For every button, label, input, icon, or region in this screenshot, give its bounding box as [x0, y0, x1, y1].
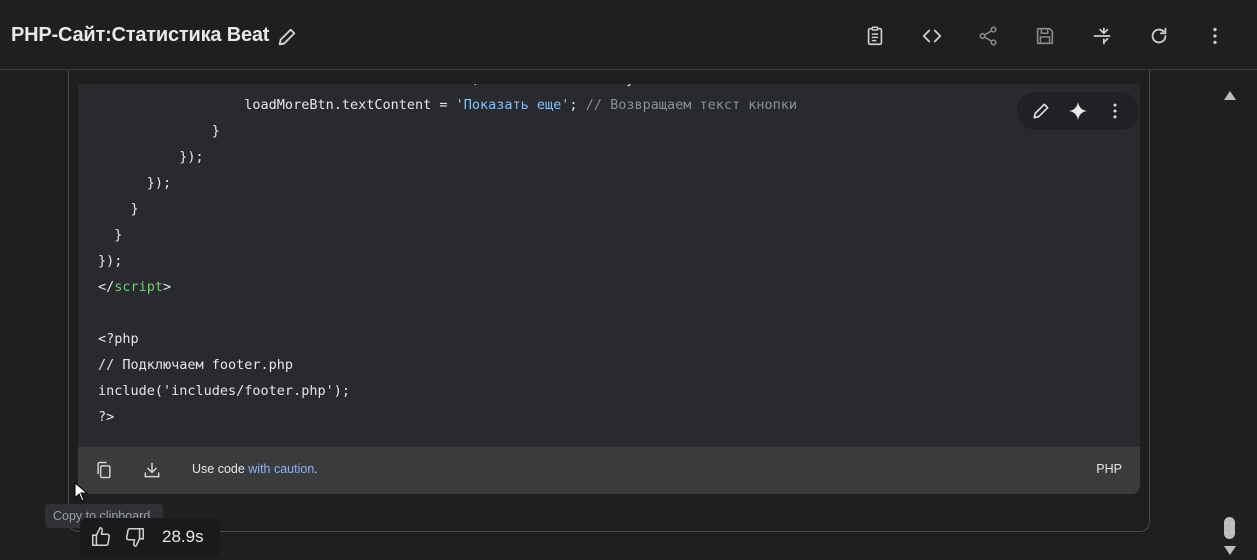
code-token: ; [569, 97, 586, 113]
caution-text: Use code with caution. [192, 462, 318, 476]
code-icon[interactable] [920, 24, 944, 48]
download-icon[interactable] [142, 460, 162, 480]
copy-icon[interactable] [94, 460, 114, 480]
refresh-icon[interactable] [1147, 24, 1171, 48]
code-footer: Use code with caution. PHP [78, 447, 1140, 494]
save-icon[interactable] [1033, 24, 1057, 48]
code-line: loadMoreBtn.disabled = false; // Включае… [98, 84, 797, 92]
thumbs-down-icon[interactable] [124, 526, 146, 548]
more-vert-icon[interactable] [1203, 24, 1227, 48]
code-line: } [98, 222, 797, 248]
code-token: }); [98, 149, 204, 165]
code-token: script [114, 279, 164, 295]
sparkle-icon[interactable] [1065, 98, 1091, 124]
code-token: </ [98, 279, 115, 295]
code-line: include('includes/footer.php'); [98, 378, 797, 404]
feedback-bar: 28.9s [80, 518, 220, 556]
code-line: ?> [98, 404, 797, 430]
code-token: // Подключаем footer.php [98, 357, 294, 373]
code-token: > [163, 279, 172, 295]
caution-suffix: . [314, 462, 318, 476]
collapse-icon[interactable] [1090, 24, 1114, 48]
page-title: PHP-Сайт:Статистика Beat [11, 24, 270, 46]
edit-code-icon[interactable] [1028, 98, 1054, 124]
code-line: } [98, 118, 797, 144]
code-token: include('includes/footer.php'); [98, 383, 350, 399]
code-line: } [98, 196, 797, 222]
share-icon[interactable] [976, 24, 1000, 48]
code-token: <?php [98, 331, 139, 347]
code-token: } [98, 201, 139, 217]
code-content: loadMoreBtn.disabled = false; // Включае… [98, 84, 797, 430]
top-bar: PHP-Сайт:Статистика Beat [0, 0, 1257, 70]
code-line: loadMoreBtn.textContent = 'Показать еще'… [98, 92, 797, 118]
scroll-down-arrow-icon[interactable] [1223, 544, 1237, 556]
code-token: ?> [98, 409, 115, 425]
code-token: loadMoreBtn.disabled = false; // Включае… [98, 84, 634, 87]
code-toolbar [1017, 92, 1139, 130]
code-line: </script> [98, 274, 797, 300]
code-line: // Подключаем footer.php [98, 352, 797, 378]
response-time: 28.9s [162, 527, 204, 546]
code-token: }); [98, 175, 172, 191]
scrollbar-thumb[interactable] [1224, 517, 1235, 539]
code-more-icon[interactable] [1102, 98, 1128, 124]
mouse-cursor-icon [74, 481, 89, 502]
scroll-up-arrow-icon[interactable] [1223, 88, 1237, 100]
code-token: loadMoreBtn.textContent = [98, 97, 456, 113]
caution-prefix: Use code [192, 462, 249, 476]
pencil-icon[interactable] [276, 26, 298, 48]
code-line: <?php [98, 326, 797, 352]
code-line: }); [98, 170, 797, 196]
thumbs-up-icon[interactable] [90, 526, 112, 548]
code-token: }); [98, 253, 123, 269]
language-label: PHP [1096, 462, 1122, 476]
clipboard-icon[interactable] [863, 24, 887, 48]
code-line: }); [98, 144, 797, 170]
code-token: // Возвращаем текст кнопки [585, 97, 798, 113]
code-line: }); [98, 248, 797, 274]
code-token: } [98, 123, 220, 139]
caution-link[interactable]: with caution [248, 462, 314, 476]
code-block: loadMoreBtn.disabled = false; // Включае… [78, 84, 1140, 447]
code-token: 'Показать еще' [455, 97, 570, 113]
code-token: } [98, 227, 123, 243]
